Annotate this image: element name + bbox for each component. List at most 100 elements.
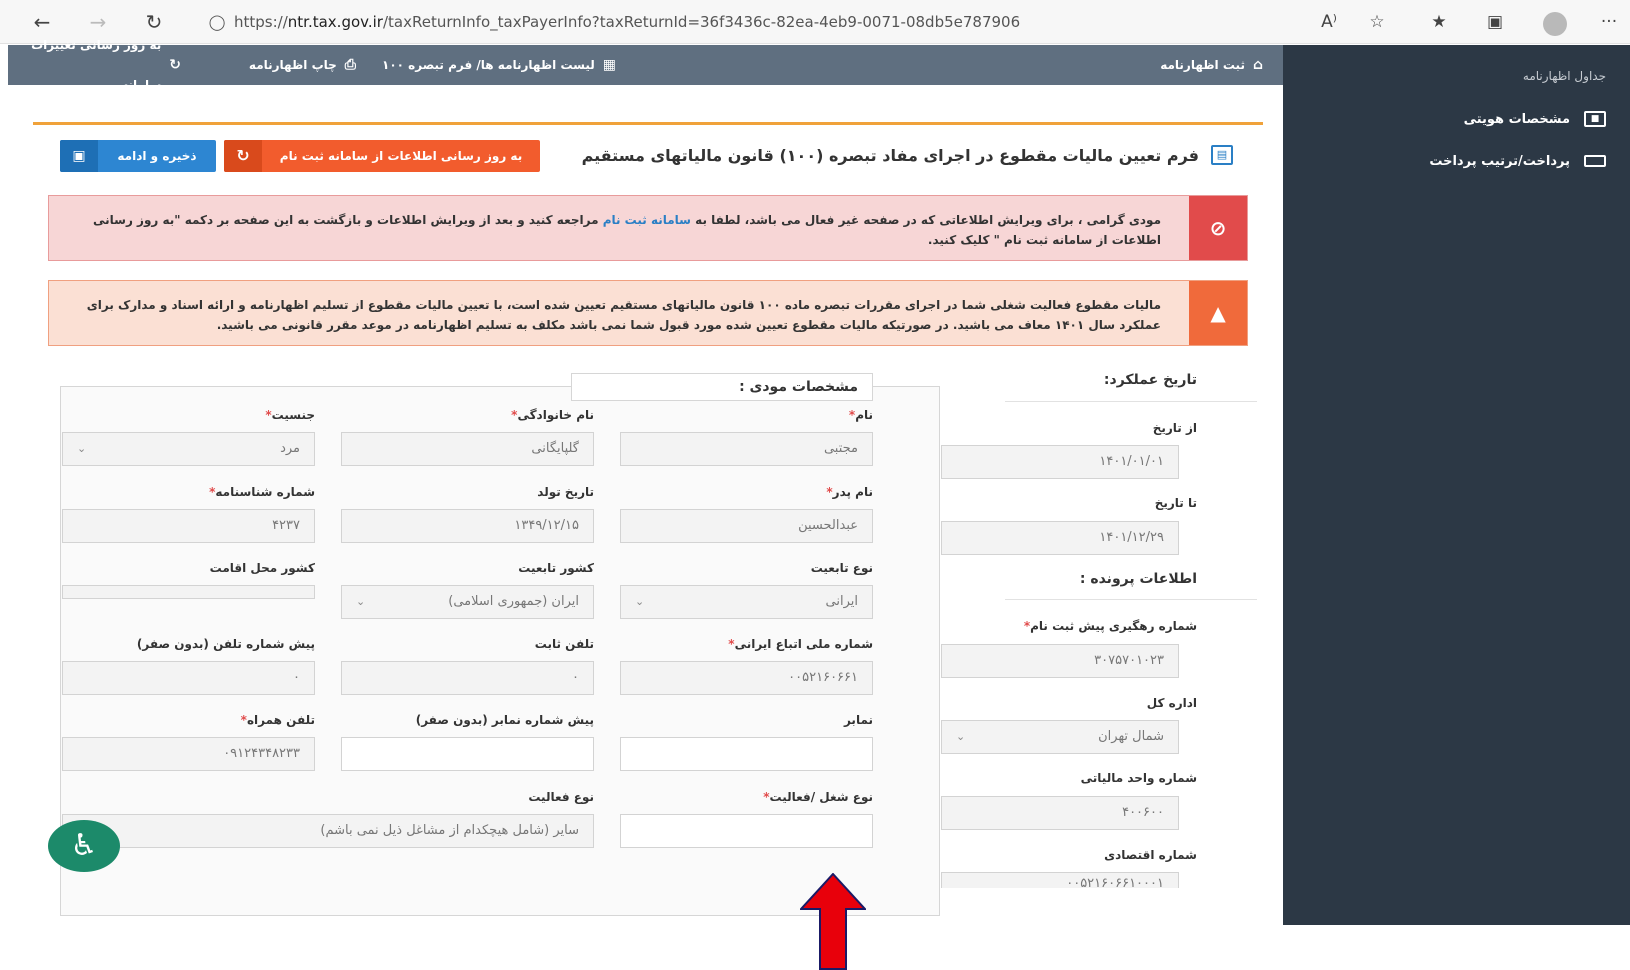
general-office-select: شمال تهران ⌄ (941, 720, 1179, 754)
label-text: شماره شناسنامه (215, 485, 315, 499)
credit-card-icon (1584, 155, 1606, 167)
job-type-input[interactable] (620, 814, 873, 848)
from-date-field: ۱۴۰۱/۰۱/۰۱ (941, 445, 1179, 479)
fax-input[interactable] (620, 737, 873, 771)
gender-label: جنسیت* (265, 408, 315, 422)
general-office-label: اداره کل (1146, 696, 1197, 710)
tracking-number-field: ۳۰۷۵۷۰۱۰۲۳ (941, 644, 1179, 678)
divider (1005, 401, 1257, 402)
nav-home[interactable]: ⌂ ثبت اظهارنامه (1160, 45, 1263, 85)
mobile-field: ۰۹۱۲۴۳۴۸۲۳۳ (62, 737, 315, 771)
save-button-label: ذخیره و ادامه (117, 149, 197, 163)
label-text: شماره ملی اتباع ایرانی (734, 637, 873, 651)
nav-list-label: لیست اظهارنامه ها/ فرم تبصره ۱۰۰ (382, 58, 595, 72)
activity-type-field: سایر (شامل هیچکدام از مشاغل ذیل نمی باشم… (62, 814, 594, 848)
nav-print-label: چاپ اظهارنامه (248, 58, 337, 72)
sidebar: جداول اظهارنامه ■ مشخصات هویتی پرداخت/تر… (1283, 45, 1630, 925)
activity-type-label: نوع فعالیت (528, 790, 594, 804)
first-name-field: مجتبی (620, 432, 873, 466)
national-code-field: ۰۰۵۲۱۶۰۶۶۱ (620, 661, 873, 695)
nationality-country-select: ایران (جمهوری اسلامی) ⌄ (341, 585, 594, 619)
nav-update[interactable]: ↻ به روز رسانی تغییرات سامانه (8, 38, 181, 92)
read-aloud-icon[interactable]: A⁾ (1316, 10, 1342, 34)
table-icon: ▦ (602, 57, 616, 73)
label-text: نام خانوادگی (517, 408, 594, 422)
gender-value: مرد (280, 441, 300, 456)
last-name-field: گلپایگانی (341, 432, 594, 466)
top-nav-bar: ⌂ ثبت اظهارنامه ▦ لیست اظهارنامه ها/ فرم… (8, 38, 1283, 92)
form-title: ▤ فرم تعیین مالیات مقطوع در اجرای مفاد ت… (582, 145, 1233, 165)
profile-avatar[interactable] (1543, 12, 1567, 36)
label-text: جنسیت (271, 408, 315, 422)
url-host: ntr.tax.gov.ir (287, 13, 383, 31)
ban-icon: ⊘ (1189, 196, 1247, 260)
sync-button-label: به روز رسانی اطلاعات از سامانه ثبت نام (279, 149, 523, 163)
divider (1005, 599, 1257, 600)
save-and-continue-button[interactable]: ذخیره و ادامه ▣ (60, 140, 216, 172)
father-name-field: عبدالحسین (620, 509, 873, 543)
chevron-down-icon: ⌄ (77, 442, 87, 455)
phone-prefix-field: ۰ (62, 661, 315, 695)
first-name-label: نام* (848, 408, 873, 422)
collections-icon[interactable]: ▣ (1482, 10, 1508, 34)
id-number-field: ۴۲۳۷ (62, 509, 315, 543)
print-icon: ⎙ (344, 57, 356, 73)
file-info-heading: اطلاعات پرونده : (1079, 571, 1197, 587)
fax-prefix-label: پیش شماره نمابر (بدون صفر) (415, 713, 594, 727)
chevron-down-icon: ⌄ (956, 730, 966, 743)
to-date-field: ۱۴۰۱/۱۲/۲۹ (941, 521, 1179, 555)
favorites-icon[interactable]: ★ (1426, 10, 1452, 34)
registration-system-link[interactable]: سامانه ثبت نام (603, 213, 691, 227)
label-text: تلفن همراه (246, 713, 315, 727)
main-content: ▤ فرم تعیین مالیات مقطوع در اجرای مفاد ت… (8, 85, 1283, 925)
tracking-number-label: شماره رهگیری پیش ثبت نام* (1023, 619, 1197, 633)
mobile-label: تلفن همراه* (240, 713, 315, 727)
favorite-add-icon[interactable]: ☆ (1364, 10, 1390, 34)
alert-warning-text: مالیات مقطوع فعالیت شغلی شما در اجرای مق… (86, 298, 1161, 332)
fax-prefix-input[interactable] (341, 737, 594, 771)
birth-date-field: ۱۳۴۹/۱۲/۱۵ (341, 509, 594, 543)
from-date-label: از تاریخ (1152, 421, 1197, 435)
id-number-label: شماره شناسنامه* (209, 485, 315, 499)
accessibility-icon[interactable]: ♿ (48, 820, 120, 872)
job-type-label: نوع شغل /فعالیت* (763, 790, 873, 804)
red-arrow-annotation (800, 873, 866, 970)
home-icon: ⌂ (1252, 57, 1263, 73)
father-name-label: نام پدر* (826, 485, 873, 499)
fax-label: نمابر (843, 713, 873, 727)
residence-country-select: ⌄ (62, 585, 315, 599)
address-bar[interactable]: ◯ https://ntr.tax.gov.ir/taxReturnInfo_ta… (200, 7, 1280, 37)
sidebar-item-payment[interactable]: پرداخت/ترتیب پرداخت (1429, 149, 1606, 173)
sidebar-item-label: پرداخت/ترتیب پرداخت (1429, 153, 1570, 169)
gender-select: مرد ⌄ (62, 432, 315, 466)
browser-toolbar: ← → ↻ ◯ https://ntr.tax.gov.ir/taxReturnI… (0, 0, 1630, 44)
sidebar-title: جداول اظهارنامه (1522, 69, 1606, 83)
form-title-text: فرم تعیین مالیات مقطوع در اجرای مفاد تبص… (581, 145, 1199, 165)
sidebar-item-identity[interactable]: ■ مشخصات هویتی (1464, 107, 1606, 131)
label-text: نوع شغل /فعالیت (769, 790, 874, 804)
refresh-icon: ↻ (224, 140, 262, 172)
alert-text-part1: مودی گرامی ، برای ویرایش اطلاعاتی که در … (690, 213, 1161, 227)
performance-heading: تاریخ عملکرد: (1103, 372, 1197, 388)
birth-date-label: تاریخ تولد (537, 485, 594, 499)
national-code-label: شماره ملی اتباع ایرانی* (728, 637, 873, 651)
label-text: شماره رهگیری پیش ثبت نام (1030, 619, 1197, 633)
phone-field: ۰ (341, 661, 594, 695)
nationality-type-label: نوع تابعیت (810, 561, 873, 575)
alert-edit-info: ⊘ مودی گرامی ، برای ویرایش اطلاعاتی که د… (48, 195, 1248, 261)
general-office-value: شمال تهران (1098, 729, 1164, 744)
sync-from-registration-button[interactable]: به روز رسانی اطلاعات از سامانه ثبت نام ↻ (224, 140, 540, 172)
alert-edit-text: مودی گرامی ، برای ویرایش اطلاعاتی که در … (49, 196, 1189, 260)
form-icon: ▤ (1211, 145, 1233, 165)
economic-number-label: شماره اقتصادی (1104, 848, 1197, 862)
phone-prefix-label: پیش شماره تلفن (بدون صفر) (136, 637, 315, 651)
more-icon[interactable]: ··· (1596, 10, 1622, 34)
label-text: نام پدر (832, 485, 873, 499)
nav-print[interactable]: ⎙ چاپ اظهارنامه (249, 45, 356, 85)
lock-icon: ◯ (208, 13, 226, 31)
residence-country-label: کشور محل اقامت (209, 561, 315, 575)
tax-unit-field: ۴۰۰۶۰۰ (941, 796, 1179, 830)
nav-list[interactable]: ▦ لیست اظهارنامه ها/ فرم تبصره ۱۰۰ (382, 45, 616, 85)
nationality-country-value: ایران (جمهوری اسلامی) (448, 594, 579, 609)
sidebar-item-label: مشخصات هویتی (1463, 111, 1570, 127)
